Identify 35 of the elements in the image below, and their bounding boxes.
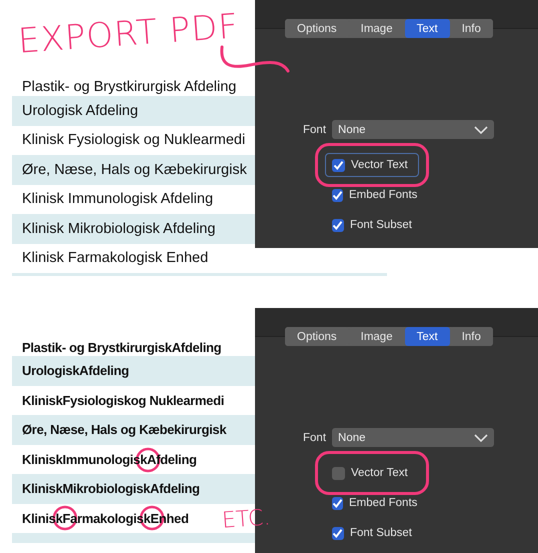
checkbox[interactable] bbox=[332, 496, 343, 510]
tab[interactable]: Text bbox=[404, 327, 450, 346]
annotation-stroke bbox=[220, 45, 290, 75]
department-name: Plastik- og Brystkirurgisk Afdeling bbox=[22, 80, 236, 96]
checkbox[interactable] bbox=[332, 218, 344, 232]
department-name: Urologisk Afdeling bbox=[22, 102, 138, 119]
department-name: Øre, Næse, Hals og Kæbekirurgisk bbox=[22, 162, 247, 178]
department-name: Plastik- og BrystkirurgiskAfdeling bbox=[22, 340, 222, 356]
font-label: Font bbox=[303, 124, 326, 136]
checkbox-label: Embed Fonts bbox=[349, 497, 418, 509]
checkbox-label: Font Subset bbox=[350, 527, 412, 539]
font-dropdown[interactable]: None bbox=[332, 428, 494, 447]
department-name: KliniskFysiologiskog Nuklearmedi bbox=[22, 392, 224, 408]
department-name: UrologiskAfdeling bbox=[22, 363, 129, 378]
checkbox-label: Embed Fonts bbox=[349, 189, 418, 201]
font-label: Font bbox=[303, 432, 326, 444]
checkbox[interactable] bbox=[332, 188, 343, 202]
checkbox[interactable] bbox=[332, 466, 345, 480]
checkbox-label: Font Subset bbox=[350, 219, 412, 231]
chevron-icon bbox=[474, 126, 488, 134]
font-dropdown[interactable]: None bbox=[332, 120, 494, 139]
handwritten-annotation: ETC. bbox=[221, 505, 272, 534]
tab[interactable]: Text bbox=[404, 19, 450, 38]
checkbox-label: Vector Text bbox=[351, 467, 408, 479]
department-name: Øre, Næse, Hals og Kæbekirurgisk bbox=[22, 422, 226, 438]
checkbox[interactable] bbox=[332, 158, 345, 172]
department-name: KliniskMikrobiologiskAfdeling bbox=[22, 481, 200, 496]
checkbox[interactable] bbox=[332, 526, 344, 540]
department-name: Klinisk Mikrobiologisk Afdeling bbox=[22, 220, 216, 237]
chevron-icon bbox=[474, 434, 488, 442]
department-name: Klinisk Farmakologisk Enhed bbox=[22, 250, 208, 266]
checkbox-label: Vector Text bbox=[351, 159, 408, 171]
department-name: Klinisk Fysiologisk og Nuklearmedi bbox=[22, 132, 246, 148]
department-name: Klinisk Immunologisk Afdeling bbox=[22, 191, 214, 208]
handwritten-annotation: EXPORT PDF bbox=[16, 6, 240, 62]
